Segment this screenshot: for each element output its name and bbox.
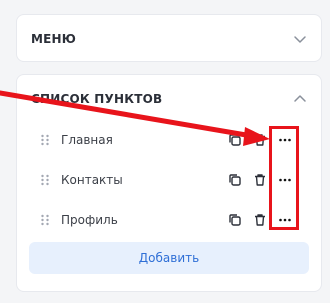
chevron-up-icon[interactable] <box>293 92 307 106</box>
chevron-down-icon[interactable] <box>293 32 307 46</box>
copy-icon[interactable] <box>227 132 243 148</box>
copy-icon[interactable] <box>227 212 243 228</box>
drag-handle-icon[interactable] <box>40 134 50 146</box>
list-panel-title: СПИСОК ПУНКТОВ <box>31 92 163 106</box>
list-item-label: Главная <box>61 133 113 147</box>
list-panel-header[interactable]: СПИСОК ПУНКТОВ <box>17 75 321 123</box>
menu-panel-title: МЕНЮ <box>31 32 77 46</box>
menu-panel-header[interactable]: МЕНЮ <box>17 15 321 63</box>
drag-handle-icon[interactable] <box>40 174 50 186</box>
menu-panel: МЕНЮ <box>16 14 322 62</box>
drag-handle-icon[interactable] <box>40 214 50 226</box>
copy-icon[interactable] <box>227 172 243 188</box>
list-item-label: Контакты <box>61 173 123 187</box>
add-item-button[interactable]: Добавить <box>29 242 309 274</box>
annotation-highlight-box <box>269 126 299 230</box>
list-item-label: Профиль <box>61 213 118 227</box>
trash-icon[interactable] <box>252 172 268 188</box>
trash-icon[interactable] <box>252 132 268 148</box>
trash-icon[interactable] <box>252 212 268 228</box>
